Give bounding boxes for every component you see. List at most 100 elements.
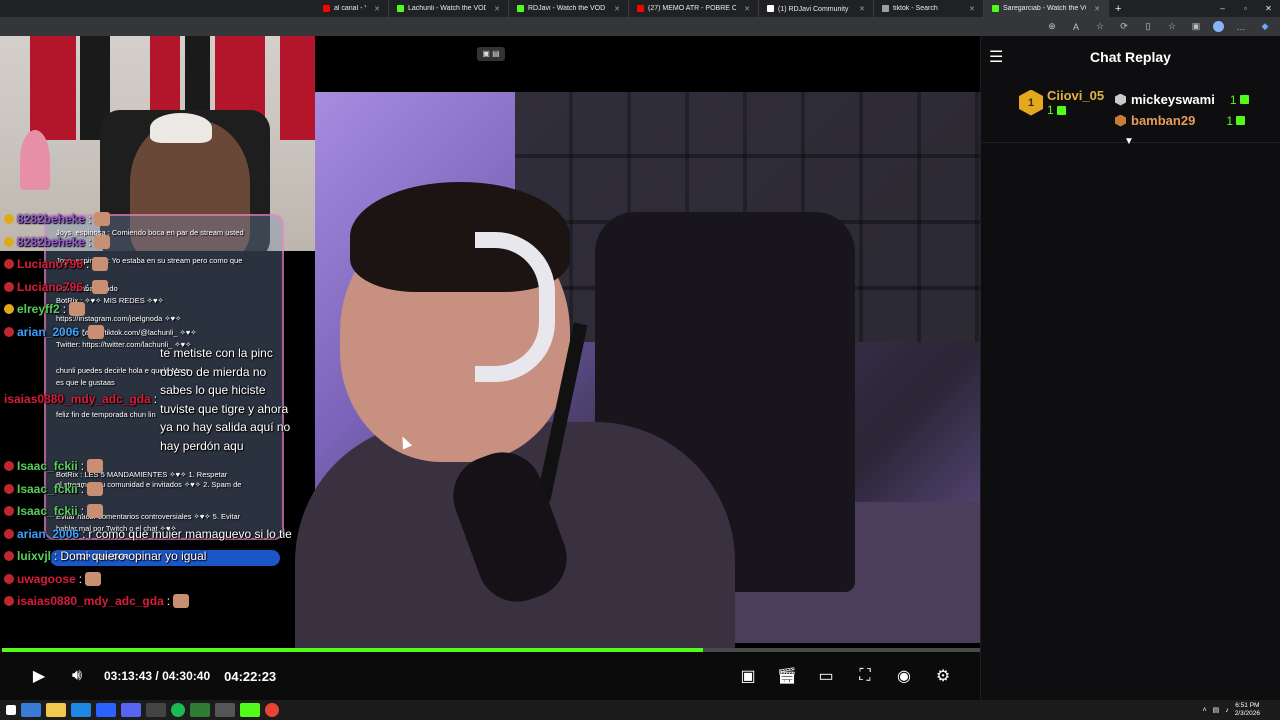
browser-tab[interactable]: (27) MEMO ATR - POBRE CHAM(✕ bbox=[629, 0, 759, 17]
collapse-chat-icon[interactable]: ☰ bbox=[989, 47, 1003, 67]
terminal-icon[interactable] bbox=[21, 703, 41, 717]
tab-title: RDJavi - Watch the VOD on Kick bbox=[528, 5, 606, 12]
video-player[interactable]: Joys_espinosa : Comiendo boca en par de … bbox=[0, 36, 980, 648]
tray-clock[interactable]: 6:51 PM 2/3/2026 bbox=[1235, 702, 1260, 718]
browser-tab[interactable]: Lachunli - Watch the VOD on Kick ✕ bbox=[389, 0, 509, 17]
chrome-icon[interactable] bbox=[265, 703, 279, 717]
browser-tab[interactable]: (1) RDJavi Community ✖️ Comm ✕ bbox=[759, 0, 874, 17]
tab-favicon-icon bbox=[517, 5, 524, 12]
minimize-button[interactable]: – bbox=[1211, 0, 1234, 17]
app-icon[interactable] bbox=[146, 703, 166, 717]
second-username: mickeyswami bbox=[1131, 92, 1215, 107]
settings-gear-icon[interactable]: ⚙ bbox=[924, 657, 962, 695]
volume-icon[interactable]: 🔊︎ bbox=[58, 657, 96, 695]
theater-mode-icons[interactable]: ▣ ▤ bbox=[477, 47, 505, 61]
split-screen-icon[interactable]: ▯ bbox=[1141, 21, 1155, 32]
leaderboard-third[interactable]: bamban29 1 bbox=[1115, 113, 1245, 128]
app-icon[interactable] bbox=[215, 703, 235, 717]
close-tab-icon[interactable]: ✕ bbox=[1090, 5, 1100, 13]
miniplayer-icon[interactable]: ▣ bbox=[729, 657, 767, 695]
spotify-icon[interactable] bbox=[171, 703, 185, 717]
close-window-button[interactable]: ✕ bbox=[1257, 0, 1280, 17]
white-cap bbox=[150, 113, 212, 143]
network-icon[interactable]: ▤ bbox=[1213, 706, 1220, 714]
tab-title: al canal - YouTube St bbox=[334, 5, 366, 12]
chat-username: arian_2006 bbox=[17, 526, 80, 541]
first-count: 1 bbox=[1047, 103, 1104, 117]
more-options-icon[interactable]: … bbox=[1234, 22, 1248, 32]
user-badge-icon bbox=[4, 528, 14, 539]
tab-title: Lachunli - Watch the VOD on Kick bbox=[408, 5, 486, 12]
close-tab-icon[interactable]: ✕ bbox=[490, 5, 500, 13]
chat-separator: : bbox=[86, 257, 90, 272]
stream-video-frame bbox=[295, 92, 980, 648]
chat-separator: : bbox=[88, 212, 92, 227]
theater-mode-icon[interactable]: ▭ bbox=[807, 657, 845, 695]
emote-icon bbox=[85, 571, 102, 586]
copilot-icon[interactable]: ◆ bbox=[1258, 21, 1272, 32]
close-tab-icon[interactable]: ✕ bbox=[855, 5, 865, 13]
maximize-button[interactable]: ▫ bbox=[1234, 0, 1257, 17]
chat-username: Luciano796 bbox=[17, 257, 84, 272]
emote-icon bbox=[88, 324, 105, 339]
fullscreen-icon[interactable]: ⛶ bbox=[846, 657, 884, 695]
favorites-icon[interactable]: ☆ bbox=[1165, 21, 1179, 32]
player-controls: ▶ 🔊︎ 03:13:43 / 04:30:40 04:22:23 ▣ 🎬︎ ▭… bbox=[0, 652, 980, 700]
edge-icon[interactable] bbox=[71, 703, 91, 717]
profile-avatar[interactable] bbox=[1213, 21, 1224, 32]
user-badge-icon bbox=[4, 483, 14, 494]
close-tab-icon[interactable]: ✕ bbox=[610, 5, 620, 13]
second-count: 1 bbox=[1230, 93, 1249, 107]
screen: al canal - YouTube St✕Lachunli - Watch t… bbox=[0, 0, 1280, 720]
second-count-value: 1 bbox=[1229, 92, 1237, 107]
browser-tab[interactable]: RDJavi - Watch the VOD on Kick ✕ bbox=[509, 0, 629, 17]
chevron-up-icon[interactable]: ˄ bbox=[1202, 707, 1206, 714]
leaderboard-second[interactable]: mickeyswami 1 bbox=[1115, 92, 1249, 107]
speaker-icon[interactable]: ♪ bbox=[1225, 707, 1229, 714]
clip-icon[interactable]: 🎬︎ bbox=[768, 657, 806, 695]
collections-icon[interactable]: ▣ bbox=[1189, 21, 1203, 32]
tab-favicon-icon bbox=[397, 5, 404, 12]
time-display: 03:13:43 / 04:30:40 bbox=[104, 669, 210, 683]
browser-tab[interactable]: al canal - YouTube St ✕ bbox=[315, 0, 389, 17]
discord-icon[interactable] bbox=[121, 703, 141, 717]
new-tab-button[interactable]: + bbox=[1109, 3, 1127, 15]
chat-separator: : bbox=[80, 459, 85, 474]
chat-username: Luciano796 bbox=[17, 279, 84, 294]
tab-favicon-icon bbox=[323, 5, 330, 12]
kick-icon[interactable] bbox=[240, 703, 260, 717]
chat-separator: : bbox=[62, 302, 67, 317]
chat-username: isaias0880_mdy_adc_gda bbox=[17, 594, 164, 609]
browser-tab[interactable]: tiktok - Search ✕ bbox=[874, 0, 984, 17]
first-username: Ciiovi_05 bbox=[1047, 88, 1105, 103]
user-badge-icon bbox=[4, 506, 14, 517]
play-button[interactable]: ▶ bbox=[20, 657, 58, 695]
leaderboard-first[interactable]: 1 Ciiovi_05 1 bbox=[1019, 88, 1104, 117]
app-icon[interactable] bbox=[190, 703, 210, 717]
chat-separator: : bbox=[78, 571, 83, 586]
tab-favicon-icon bbox=[767, 5, 774, 12]
browser-tab[interactable]: Saregarciab - Watch the VO ✕ bbox=[984, 0, 1109, 17]
chat-username: uwagoose bbox=[17, 571, 76, 586]
refresh-icon[interactable]: ⟳ bbox=[1117, 21, 1131, 32]
zoom-icon[interactable]: ⊕ bbox=[1045, 21, 1059, 32]
chat-separator: : bbox=[153, 392, 158, 407]
favorite-star-icon[interactable]: ☆ bbox=[1093, 21, 1107, 32]
chat-title: Chat Replay bbox=[1090, 49, 1171, 65]
curtain bbox=[30, 36, 76, 140]
curtain bbox=[280, 36, 315, 140]
app-icon[interactable] bbox=[96, 703, 116, 717]
windows-start-icon[interactable] bbox=[6, 705, 16, 715]
expand-leaderboard-icon[interactable]: ▼ bbox=[1124, 136, 1134, 147]
close-tab-icon[interactable]: ✕ bbox=[740, 5, 750, 13]
chat-separator: : bbox=[80, 481, 85, 496]
read-aloud-icon[interactable]: A bbox=[1069, 22, 1083, 32]
window-controls: – ▫ ✕ bbox=[1211, 0, 1280, 17]
close-tab-icon[interactable]: ✕ bbox=[370, 5, 380, 13]
close-tab-icon[interactable]: ✕ bbox=[965, 5, 975, 13]
pink-fan bbox=[20, 130, 50, 190]
file-explorer-icon[interactable] bbox=[46, 703, 66, 717]
emote-icon bbox=[94, 212, 111, 227]
playback-speed-icon[interactable]: ◉ bbox=[885, 657, 923, 695]
chat-message: elreyff2 : bbox=[0, 298, 300, 321]
